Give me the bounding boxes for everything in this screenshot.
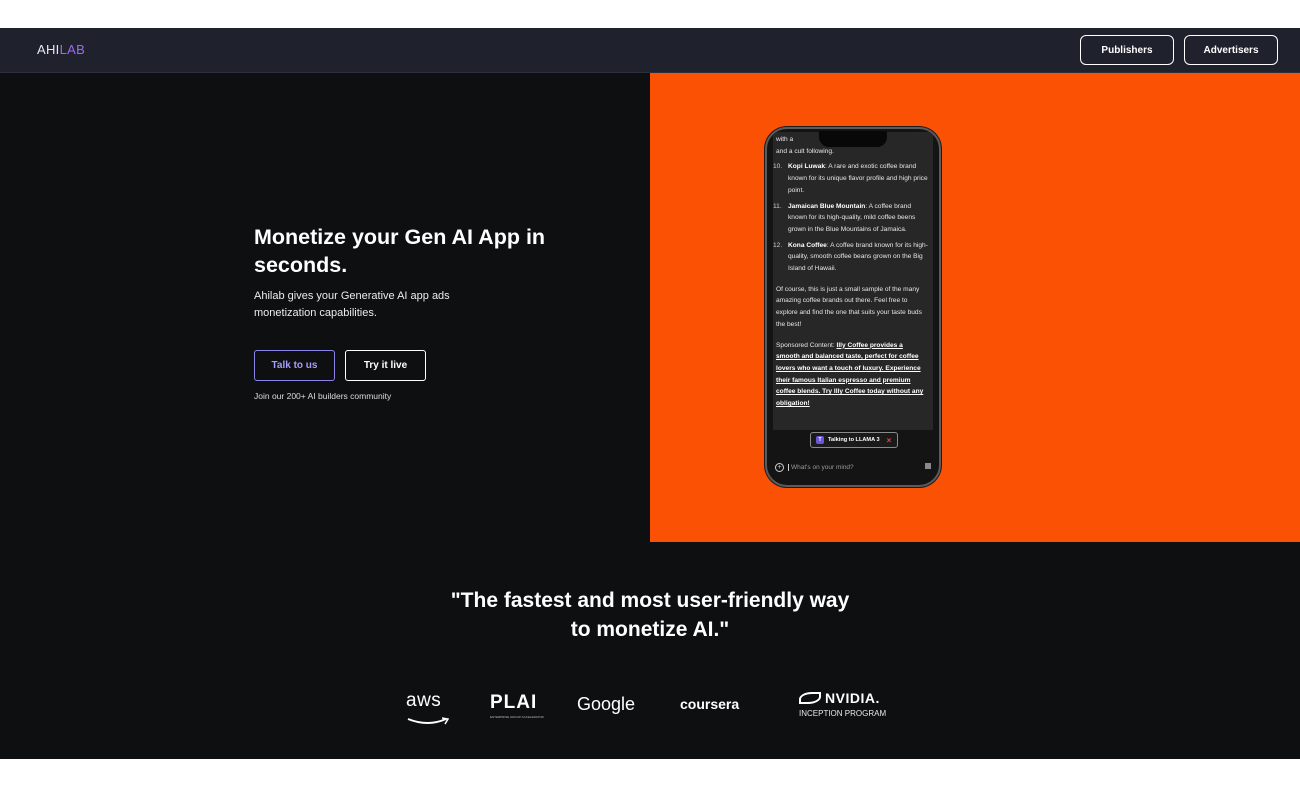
talk-to-us-button[interactable]: Talk to us: [254, 350, 335, 381]
google-logo: Google: [577, 694, 636, 714]
advertisers-button[interactable]: Advertisers: [1184, 35, 1278, 65]
phone-notch: [819, 131, 887, 147]
chat-input-bar: + What's on your mind?: [773, 457, 933, 477]
testimonial-quote: "The fastest and most user-friendly way …: [450, 589, 850, 641]
community-text: Join our 200+ AI builders community: [254, 391, 392, 401]
nvidia-eye-icon: [799, 692, 821, 704]
plai-logo: PLAI ENTERPRISE GROUP ACCELERATOR: [490, 692, 544, 719]
top-whitespace: [0, 0, 1300, 28]
brand-name: Kopi Luwak: [788, 163, 825, 171]
sponsored-ad-link[interactable]: Illy Coffee provides a smooth and balanc…: [776, 342, 923, 408]
coursera-logo: coursera: [680, 696, 740, 712]
testimonial-section: "The fastest and most user-friendly way …: [0, 542, 1300, 759]
aws-logo: aws: [406, 690, 450, 730]
ahilab-logo[interactable]: AHILAB: [37, 42, 85, 57]
fragment-a: with a: [776, 136, 794, 143]
publishers-button[interactable]: Publishers: [1080, 35, 1174, 65]
list-item: 10. Kopi Luwak: A rare and exotic coffee…: [773, 161, 929, 196]
list-number: 10.: [773, 163, 783, 171]
nvidia-subtitle: INCEPTION PROGRAM: [799, 709, 887, 718]
plus-icon[interactable]: +: [775, 462, 784, 472]
aws-smile-icon: [407, 717, 450, 725]
nvidia-logo-text: NVIDIA.: [825, 690, 880, 706]
close-icon[interactable]: ×: [887, 436, 892, 445]
sponsored-label: Sponsored Content:: [776, 341, 837, 349]
stop-icon[interactable]: [925, 463, 931, 469]
nvidia-logo: NVIDIA. INCEPTION PROGRAM: [799, 690, 886, 718]
logo-text-lab: LAB: [59, 42, 86, 57]
model-badge[interactable]: T Talking to LLAMA 3 ×: [810, 432, 898, 448]
hero-subtitle: Ahilab gives your Generative AI app ads …: [254, 290, 450, 319]
chat-closing-text: Of course, this is just a small sample o…: [776, 285, 922, 328]
phone-showcase: with a bold coffee and a cult following.…: [650, 73, 1300, 542]
model-badge-label: Talking to LLAMA 3: [828, 437, 880, 443]
bottom-whitespace: [0, 759, 1300, 788]
list-number: 11.: [773, 202, 782, 210]
try-it-live-button[interactable]: Try it live: [345, 350, 426, 381]
sponsored-content: Sponsored Content: Illy Coffee provides …: [776, 340, 928, 410]
aws-logo-text: aws: [406, 690, 442, 711]
list-item: 11. Jamaican Blue Mountain: A coffee bra…: [773, 201, 929, 236]
plai-logo-text: PLAI: [490, 692, 538, 713]
plai-subtitle: ENTERPRISE GROUP ACCELERATOR: [490, 715, 544, 719]
hero-section: Monetize your Gen AI App in seconds. Ahi…: [0, 73, 650, 542]
brand-name: Kona Coffee: [788, 241, 827, 249]
chat-screen: with a bold coffee and a cult following.…: [773, 132, 933, 430]
navbar: AHILAB Publishers Advertisers: [0, 28, 1300, 73]
phone-mockup: with a bold coffee and a cult following.…: [765, 127, 941, 487]
hero-title: Monetize your Gen AI App in seconds.: [254, 225, 546, 277]
fragment-c: and a cult following.: [776, 147, 834, 155]
list-item: 12. Kona Coffee: A coffee brand known fo…: [773, 240, 929, 275]
brand-name: Jamaican Blue Mountain: [788, 202, 866, 210]
list-number: 12.: [773, 241, 783, 249]
logo-text-ahi: AHI: [37, 42, 60, 57]
llama-icon: T: [816, 436, 824, 444]
chat-input[interactable]: What's on your mind?: [788, 463, 854, 471]
